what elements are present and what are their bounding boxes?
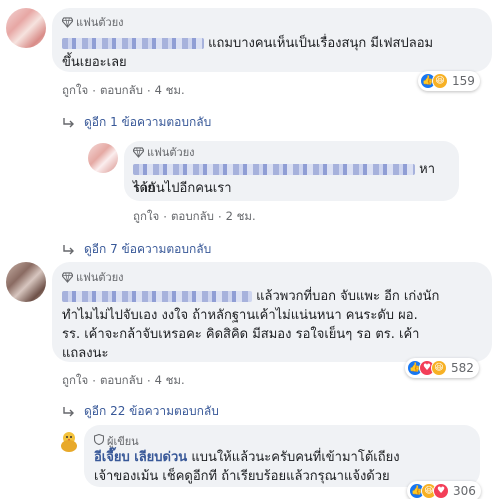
- reply-action[interactable]: ตอบกลับ: [100, 372, 143, 390]
- blurred-name[interactable]: [133, 164, 415, 175]
- top-fan-badge: แฟนตัวยง: [62, 13, 124, 31]
- top-fan-badge: แฟนตัวยง: [133, 143, 195, 161]
- author-name[interactable]: อีเจี๊ยบ เลียบด่วน: [94, 450, 187, 465]
- timestamp[interactable]: 2 ชม.: [226, 208, 256, 226]
- like-action[interactable]: ถูกใจ: [62, 82, 88, 100]
- view-replies-link[interactable]: ดูอีก 7 ข้อความตอบกลับ: [62, 240, 211, 259]
- view-replies-label: ดูอีก 1 ข้อความตอบกลับ: [84, 115, 212, 129]
- reply-arrow-icon: [62, 117, 76, 129]
- comment-text: ขึ้นเยอะเลย: [62, 55, 127, 70]
- comment-text: แบนให้แล้วนะครับคนที่เข้ามาโต้เถียง: [191, 450, 400, 465]
- author-avatar[interactable]: [60, 430, 78, 452]
- like-action[interactable]: ถูกใจ: [133, 208, 159, 226]
- haha-icon: 😆: [432, 73, 448, 89]
- reaction-summary[interactable]: 👍 ♥ 😆 582: [405, 358, 479, 378]
- comment-actions: ถูกใจ · ตอบกลับ · 4 ชม.: [62, 372, 185, 390]
- comment-actions: ถูกใจ · ตอบกลับ · 2 ชม.: [133, 208, 256, 226]
- comment-text: แถมบางคนเห็นเป็นเรื่องสนุก มีเฟสปลอม: [208, 36, 434, 51]
- comment-text: ได้กันไปอีกคนเรา: [133, 181, 232, 196]
- reply-action[interactable]: ตอบกลับ: [100, 82, 143, 100]
- comment-text: แถลงนะ: [62, 346, 109, 361]
- badge-label: แฟนตัวยง: [147, 146, 195, 159]
- reaction-summary[interactable]: 👍 😆 ♥ 306: [407, 481, 481, 499]
- reaction-count: 582: [451, 361, 474, 375]
- comment-text: แล้วพวกที่บอก จับแพะ อีก เก่งนัก: [256, 289, 440, 304]
- author-shield-icon: [93, 433, 105, 448]
- like-action[interactable]: ถูกใจ: [62, 372, 88, 390]
- view-replies-label: ดูอีก 7 ข้อความตอบกลับ: [84, 242, 212, 256]
- reaction-count: 306: [453, 484, 476, 498]
- comment-text: รร. เค้าจะกล้าจับเหรอคะ คิดสิคิด มีสมอง …: [62, 327, 420, 342]
- commenter-avatar[interactable]: [6, 262, 46, 302]
- view-replies-label: ดูอีก 22 ข้อความตอบกลับ: [84, 404, 219, 418]
- comment-text: ทำไมไม่ไปจับเอง งงใจ ถ้าหลักฐานเค้าไม่แน…: [62, 308, 418, 323]
- view-replies-link[interactable]: ดูอีก 22 ข้อความตอบกลับ: [62, 402, 219, 421]
- diamond-icon: [62, 271, 73, 283]
- commenter-avatar[interactable]: [88, 143, 118, 173]
- reply-arrow-icon: [62, 244, 76, 256]
- reaction-summary[interactable]: 👍 😆 159: [418, 71, 480, 91]
- reaction-count: 159: [452, 74, 475, 88]
- haha-icon: 😆: [431, 360, 447, 376]
- love-icon: ♥: [433, 483, 449, 499]
- commenter-avatar[interactable]: [6, 8, 46, 48]
- comment-text: เจ้าของเม้น เช็คดูอีกที ถ้าเรียบร้อยแล้ว…: [94, 469, 390, 484]
- timestamp[interactable]: 4 ชม.: [155, 82, 185, 100]
- top-fan-badge: แฟนตัวยง: [62, 268, 124, 286]
- view-replies-link[interactable]: ดูอีก 1 ข้อความตอบกลับ: [62, 113, 211, 132]
- blurred-name[interactable]: [62, 38, 204, 49]
- blurred-name[interactable]: [62, 291, 252, 302]
- diamond-icon: [62, 16, 73, 28]
- badge-label: แฟนตัวยง: [76, 16, 124, 29]
- timestamp[interactable]: 4 ชม.: [155, 372, 185, 390]
- badge-label: แฟนตัวยง: [76, 271, 124, 284]
- diamond-icon: [133, 146, 144, 158]
- reply-action[interactable]: ตอบกลับ: [171, 208, 214, 226]
- reply-arrow-icon: [62, 406, 76, 418]
- comment-actions: ถูกใจ · ตอบกลับ · 4 ชม.: [62, 82, 185, 100]
